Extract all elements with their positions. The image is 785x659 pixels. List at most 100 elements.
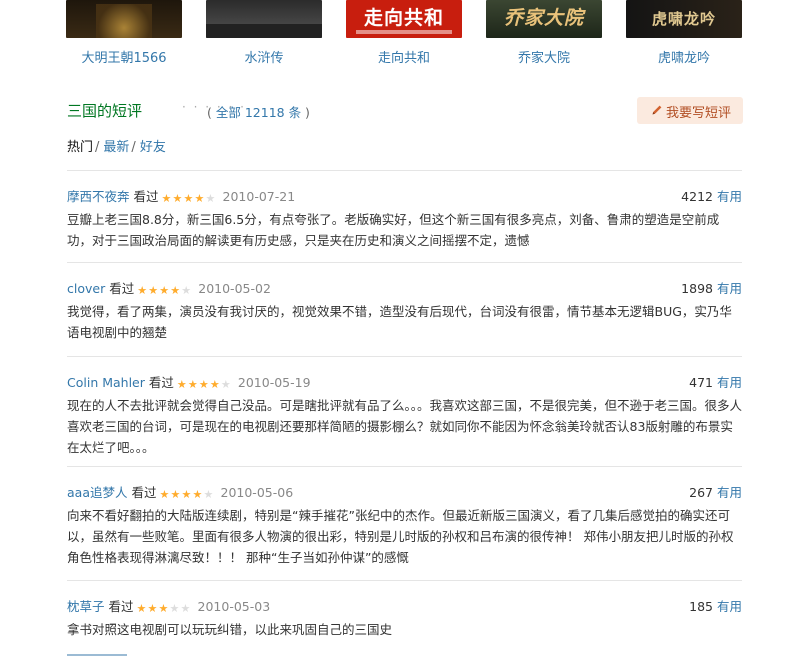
useful-button[interactable]: 有用 (717, 281, 742, 296)
star-filled-icon: ★ (187, 378, 198, 391)
star-filled-icon: ★ (183, 192, 194, 205)
comment-date: 2010-05-19 (237, 375, 311, 390)
star-filled-icon: ★ (148, 284, 159, 297)
star-filled-icon: ★ (170, 284, 181, 297)
vote-count: 185 (689, 599, 713, 614)
star-filled-icon: ★ (192, 488, 203, 501)
star-filled-icon: ★ (170, 488, 181, 501)
comment-text: 豆瓣上老三国8.8分，新三国6.5分，有点夸张了。老版确实好，但这个新三国有很多… (67, 212, 720, 248)
comment-votes: 4212 有用 (681, 186, 742, 205)
poster-image[interactable]: 走向共和 (346, 0, 462, 38)
comment-header: 摩西不夜奔 看过 ★★★★★ 2010-07-21 4212 有用 (67, 186, 742, 205)
comment-item: aaa追梦人 看过 ★★★★★ 2010-05-06 267 有用 向来不看好翻拍的大陆… (67, 466, 742, 580)
comment-username[interactable]: 枕草子 (67, 599, 105, 614)
comments-section-header: 三国的短评 · · · · · · ( 全部 12118 条 ) 我要写短评 (67, 97, 743, 126)
comment-status: 看过 (148, 375, 174, 390)
comment-votes: 185 有用 (689, 596, 742, 615)
star-filled-icon: ★ (159, 488, 170, 501)
poster-text: 乔家大院 (503, 7, 584, 29)
tab-separator: / (131, 140, 136, 155)
comment-votes: 1898 有用 (681, 278, 742, 297)
useful-button[interactable]: 有用 (717, 599, 742, 614)
comment-header: clover 看过 ★★★★★ 2010-05-02 1898 有用 (67, 278, 742, 297)
comment-status: 看过 (131, 485, 157, 500)
related-show-item[interactable]: 走向共和 走向共和 (346, 0, 462, 72)
comment-item: Colin Mahler 看过 ★★★★★ 2010-05-19 471 有用 现在的人… (67, 356, 742, 466)
star-filled-icon: ★ (158, 602, 169, 615)
related-show-item[interactable]: 水浒传 (206, 0, 322, 72)
comment-status: 看过 (109, 281, 135, 296)
poster-image[interactable]: 虎啸龙吟 (626, 0, 742, 38)
star-empty-icon: ★ (181, 284, 192, 297)
rating-stars: ★★★★★ (136, 600, 192, 615)
next-comment-cutoff (67, 654, 127, 659)
star-filled-icon: ★ (181, 488, 192, 501)
star-empty-icon: ★ (220, 378, 231, 391)
comment-item: 枕草子 看过 ★★★★★ 2010-05-03 185 有用 拿书对照这电视剧可以玩玩纠… (67, 580, 742, 650)
comment-header: aaa追梦人 看过 ★★★★★ 2010-05-06 267 有用 (67, 482, 742, 501)
star-empty-icon: ★ (203, 488, 214, 501)
related-show-title[interactable]: 水浒传 (206, 47, 322, 66)
vote-count: 4212 (681, 189, 713, 204)
star-filled-icon: ★ (136, 602, 147, 615)
poster-image[interactable] (66, 0, 182, 38)
poster-text: 走向共和 (363, 7, 444, 29)
star-filled-icon: ★ (147, 602, 158, 615)
comment-status: 看过 (133, 189, 159, 204)
all-comments-count[interactable]: 全部 12118 条 (216, 105, 301, 120)
poster-text: 虎啸龙吟 (651, 10, 716, 28)
star-filled-icon: ★ (176, 378, 187, 391)
comment-status: 看过 (108, 599, 134, 614)
rating-stars: ★★★★★ (137, 282, 192, 297)
related-show-item[interactable]: 大明王朝1566 (66, 0, 182, 72)
star-filled-icon: ★ (198, 378, 209, 391)
related-show-item[interactable]: 虎啸龙吟 虎啸龙吟 (626, 0, 742, 72)
all-comments-link[interactable]: ( 全部 12118 条 ) (207, 102, 310, 121)
comment-date: 2010-07-21 (222, 189, 296, 204)
related-show-title[interactable]: 乔家大院 (486, 47, 602, 66)
comment-text: 拿书对照这电视剧可以玩玩纠错，以此来巩固自己的三国史 (67, 622, 393, 637)
write-comment-button[interactable]: 我要写短评 (637, 97, 743, 124)
star-filled-icon: ★ (194, 192, 205, 205)
tab-hot[interactable]: 热门 (67, 136, 93, 155)
star-filled-icon: ★ (159, 284, 170, 297)
useful-button[interactable]: 有用 (717, 375, 742, 390)
poster-image[interactable]: 乔家大院 (486, 0, 602, 38)
section-title: 三国的短评 (67, 102, 143, 120)
comment-text: 向来不看好翻拍的大陆版连续剧，特别是“辣手摧花”张纪中的杰作。但最近新版三国演义… (67, 508, 734, 565)
sort-tabs: 热门 / 最新 / 好友 (67, 136, 166, 155)
comment-date: 2010-05-06 (220, 485, 294, 500)
star-empty-icon: ★ (169, 602, 180, 615)
pencil-icon (652, 105, 662, 115)
tab-separator: / (95, 140, 100, 155)
related-show-title[interactable]: 走向共和 (346, 47, 462, 66)
vote-count: 267 (689, 485, 713, 500)
comment-username[interactable]: Colin Mahler (67, 375, 145, 390)
comment-username[interactable]: aaa追梦人 (67, 485, 127, 500)
useful-button[interactable]: 有用 (717, 485, 742, 500)
count-paren-close: ) (301, 105, 310, 120)
related-show-item[interactable]: 乔家大院 乔家大院 (486, 0, 602, 72)
comment-text: 现在的人不去批评就会觉得自己没品。可是瞎批评就有品了么。。。我喜欢这部三国，不是… (67, 398, 743, 455)
related-show-title[interactable]: 虎啸龙吟 (626, 47, 742, 66)
comment-date: 2010-05-03 (197, 599, 271, 614)
comment-text: 我觉得，看了两集，演员没有我讨厌的，视觉效果不错，造型没有后现代，台词没有很雷，… (67, 304, 732, 340)
comment-username[interactable]: clover (67, 281, 105, 296)
tab-friends[interactable]: 好友 (140, 136, 166, 155)
tab-latest[interactable]: 最新 (103, 136, 129, 155)
poster-image[interactable] (206, 0, 322, 38)
comment-item: 摩西不夜奔 看过 ★★★★★ 2010-07-21 4212 有用 豆瓣上老三国8.8分… (67, 170, 742, 262)
rating-stars: ★★★★★ (159, 486, 215, 501)
write-comment-label: 我要写短评 (666, 106, 732, 121)
count-paren-open: ( (207, 105, 216, 120)
star-empty-icon: ★ (205, 192, 216, 205)
related-show-title[interactable]: 大明王朝1566 (66, 47, 182, 66)
vote-count: 1898 (681, 281, 713, 296)
comment-username[interactable]: 摩西不夜奔 (67, 189, 130, 204)
star-filled-icon: ★ (137, 284, 148, 297)
rating-stars: ★★★★★ (162, 190, 217, 205)
useful-button[interactable]: 有用 (717, 189, 742, 204)
comment-date: 2010-05-02 (198, 281, 271, 296)
comment-item: clover 看过 ★★★★★ 2010-05-02 1898 有用 我觉得，看了两集，… (67, 262, 742, 356)
comment-votes: 471 有用 (689, 372, 742, 391)
